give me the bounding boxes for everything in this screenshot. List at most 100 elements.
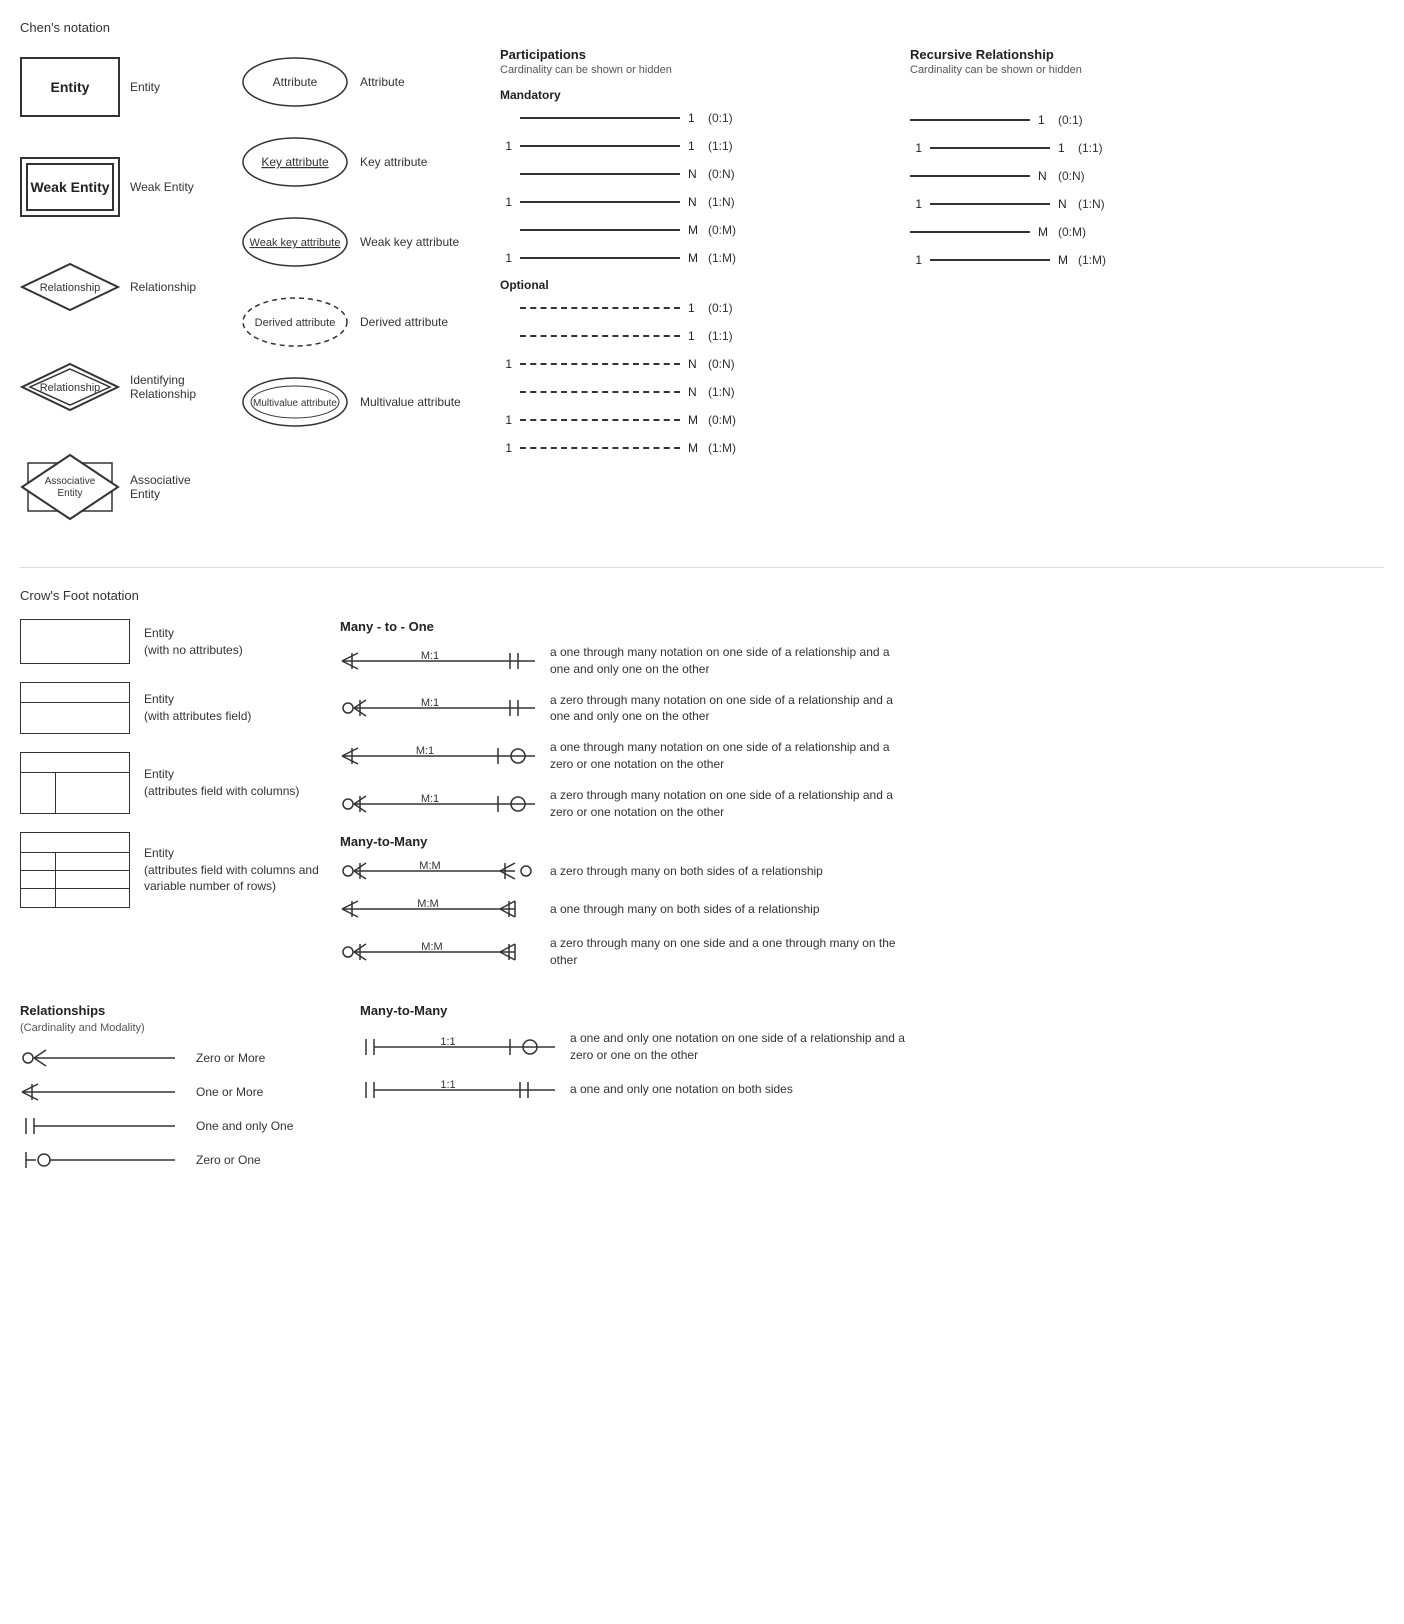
mm-row3: M:M a zero through many on one side and … [340, 935, 1384, 969]
svg-text:M:1: M:1 [416, 745, 434, 757]
r-row-1: 1 (0:1) [910, 108, 1384, 132]
mandatory-label: Mandatory [500, 88, 890, 102]
p-dash-line [520, 335, 680, 337]
svg-text:Key attribute: Key attribute [261, 155, 329, 169]
svg-text:M:1: M:1 [421, 793, 439, 805]
mm-row2: M:M a one through many on both sides of … [340, 897, 1384, 921]
rl-zero-one-line [20, 1148, 180, 1172]
11-desc2: a one and only one notation on both side… [570, 1081, 793, 1098]
m1-row1: M:1 a one through many notation on one s… [340, 644, 1384, 678]
p-line [520, 201, 680, 203]
r-line [910, 119, 1030, 121]
p-dash-line [520, 391, 680, 393]
r-line [930, 259, 1050, 261]
p-row-m5: M (0:M) [500, 218, 890, 242]
p-row-m3: N (0:N) [500, 162, 890, 186]
11-desc1: a one and only one notation on one side … [570, 1030, 920, 1064]
m1-row3: M:1 a one through many notation on one s… [340, 739, 1384, 773]
rl-one-more-label: One or More [196, 1085, 263, 1099]
mm-line1: M:M [340, 859, 540, 883]
r-row-5: M (0:M) [910, 220, 1384, 244]
svg-text:Associative: Associative [45, 476, 96, 487]
derived-attr-row: Derived attribute Derived attribute [240, 287, 470, 357]
cf-entity-cols-label: Entity(attributes field with columns) [144, 766, 299, 800]
rl-zero-more-line [20, 1046, 180, 1070]
m1-line1: M:1 [340, 649, 540, 673]
svg-text:Derived attribute: Derived attribute [255, 317, 336, 329]
mm-row1: M:M a zero through many on both sides of… [340, 859, 1384, 883]
weak-entity-label: Weak Entity [130, 180, 194, 194]
recursive-col: Recursive Relationship Cardinality can b… [890, 47, 1384, 276]
11-line1: 1:1 [360, 1035, 560, 1059]
m1-line2: M:1 [340, 696, 540, 720]
multivalue-attribute-shape: Multivalue attribute [240, 375, 350, 430]
weak-key-attribute-label: Weak key attribute [360, 235, 459, 249]
11-row1: 1:1 a one and only one notation on one s… [360, 1030, 1384, 1064]
rl-zero-one-row: Zero or One [20, 1148, 340, 1172]
recursive-subtitle: Cardinality can be shown or hidden [910, 64, 1384, 76]
cf-entity-attrs-row: Entity(with attributes field) [20, 682, 320, 734]
chens-section: Chen's notation Entity Entity Weak Entit… [20, 20, 1384, 527]
svg-text:1:1: 1:1 [440, 1036, 455, 1048]
weak-key-attribute-shape: Weak key attribute [240, 215, 350, 270]
r-row-6: 1 M (1:M) [910, 248, 1384, 272]
multivalue-attr-row: Multivalue attribute Multivalue attribut… [240, 367, 470, 437]
svg-text:M:M: M:M [421, 941, 442, 953]
11-line2: 1:1 [360, 1078, 560, 1102]
attribute-shape: Attribute [240, 55, 350, 110]
weak-key-attr-row: Weak key attribute Weak key attribute [240, 207, 470, 277]
rl-one-only-row: One and only One [20, 1114, 340, 1138]
11-row2: 1:1 a one and only one notation on both … [360, 1078, 1384, 1102]
chens-weak-entity-row: Weak Entity Weak Entity [20, 147, 220, 227]
p-dash-line [520, 307, 680, 309]
identifying-relationship-shape: Relationship [20, 362, 120, 412]
recursive-title: Recursive Relationship [910, 47, 1384, 62]
rl-one-only-line [20, 1114, 180, 1138]
cf-entity-varrows-shape [20, 832, 130, 908]
rels-legend-subtitle: (Cardinality and Modality) [20, 1022, 340, 1034]
derived-attribute-label: Derived attribute [360, 315, 448, 329]
cf-entity-simple-shape [20, 619, 130, 664]
p-line [520, 173, 680, 175]
entity-shape: Entity [20, 57, 120, 117]
chens-shapes-col: Entity Entity Weak Entity Weak Entity Re… [20, 47, 220, 527]
r-line [930, 147, 1050, 149]
p-row-o3: 1 N (0:N) [500, 352, 890, 376]
assoc-entity-shape: Associative Entity [20, 453, 120, 521]
one-to-one-col: Many-to-Many 1:1 a one and only on [360, 1003, 1384, 1182]
crows-entities-col: Entity(with no attributes) Entity(with a… [20, 619, 320, 926]
bottom-layout: Relationships (Cardinality and Modality)… [20, 1003, 1384, 1182]
chens-identifying-row: Relationship Identifying Relationship [20, 347, 220, 427]
mm-desc1: a zero through many on both sides of a r… [550, 863, 823, 880]
r-row-2: 1 1 (1:1) [910, 136, 1384, 160]
crows-section: Crow's Foot notation Entity(with no attr… [20, 567, 1384, 1182]
chens-title: Chen's notation [20, 20, 1384, 35]
participations-subtitle: Cardinality can be shown or hidden [500, 64, 890, 76]
cf-entity-varrows-row: Entity(attributes field with columns and… [20, 832, 320, 908]
r-row-3: N (0:N) [910, 164, 1384, 188]
cf-entity-attrs-label: Entity(with attributes field) [144, 691, 251, 725]
mm-desc2: a one through many on both sides of a re… [550, 901, 820, 918]
m1-desc1: a one through many notation on one side … [550, 644, 900, 678]
chens-entity-row: Entity Entity [20, 47, 220, 127]
rl-zero-more-label: Zero or More [196, 1051, 265, 1065]
participations-col: Participations Cardinality can be shown … [470, 47, 890, 464]
assoc-entity-label: Associative Entity [130, 473, 220, 501]
r-line [910, 175, 1030, 177]
m1-line4: M:1 [340, 792, 540, 816]
mm-line3: M:M [340, 940, 540, 964]
chens-assoc-row: Associative Entity Associative Entity [20, 447, 220, 527]
svg-text:1:1: 1:1 [440, 1079, 455, 1091]
rl-one-more-line [20, 1080, 180, 1104]
entity-label: Entity [130, 80, 160, 94]
r-line [930, 203, 1050, 205]
p-line [520, 117, 680, 119]
rels-legend: Relationships (Cardinality and Modality)… [20, 1003, 340, 1182]
m1-desc2: a zero through many notation on one side… [550, 692, 900, 726]
many-to-many-title: Many-to-Many [340, 834, 1384, 849]
relationship-shape: Relationship [20, 262, 120, 312]
m1-desc4: a zero through many notation on one side… [550, 787, 900, 821]
rl-zero-one-label: Zero or One [196, 1153, 261, 1167]
chens-relationship-row: Relationship Relationship [20, 247, 220, 327]
p-row-o1: 1 (0:1) [500, 296, 890, 320]
